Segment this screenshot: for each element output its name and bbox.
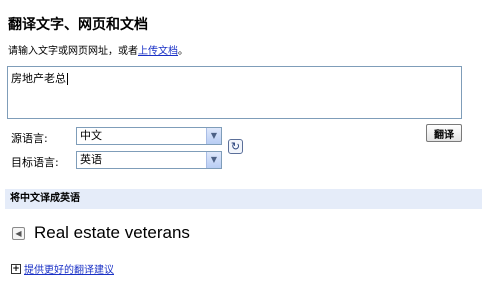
translate-button[interactable]: 翻译 <box>426 124 462 142</box>
instruction-text: 请输入文字或网页网址，或者上传文档。 <box>8 42 188 57</box>
instruction-suffix: 。 <box>178 46 188 57</box>
instruction-prefix: 请输入文字或网页网址，或者 <box>8 46 138 57</box>
source-text-value: 房地产老总 <box>11 72 66 85</box>
chevron-down-icon[interactable]: ▼ <box>206 152 221 168</box>
swap-languages-icon[interactable]: ↻ <box>228 139 243 154</box>
text-caret <box>67 73 68 85</box>
source-text-input[interactable]: 房地产老总 <box>7 66 462 119</box>
plus-box-icon[interactable]: + <box>11 263 21 274</box>
speaker-icon[interactable]: ◀ <box>12 226 25 240</box>
page-title: 翻译文字、网页和文档 <box>8 17 148 33</box>
result-heading: 将中文译成英语 <box>5 189 482 209</box>
source-language-select[interactable]: 中文 ▼ <box>76 127 222 145</box>
target-language-label: 目标语言: <box>11 156 59 169</box>
chevron-down-icon[interactable]: ▼ <box>206 128 221 144</box>
translation-result: ◀ Real estate veterans <box>12 223 190 243</box>
translation-text: Real estate veterans <box>34 223 190 242</box>
target-language-select[interactable]: 英语 ▼ <box>76 151 222 169</box>
target-language-value: 英语 <box>80 153 102 166</box>
upload-document-link[interactable]: 上传文档 <box>138 46 178 57</box>
suggest-better-translation-link[interactable]: 提供更好的翻译建议 <box>24 261 114 276</box>
source-language-label: 源语言: <box>11 132 48 145</box>
source-language-value: 中文 <box>80 129 102 142</box>
suggest-translation: + 提供更好的翻译建议 <box>11 261 114 276</box>
